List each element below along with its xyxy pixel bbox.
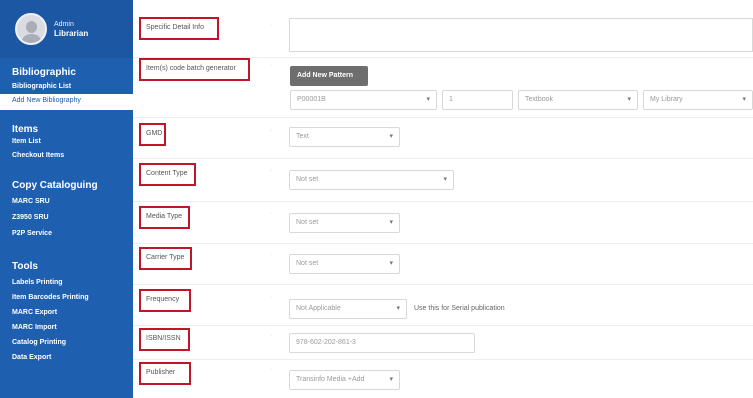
label-isbn: ISBN/ISSN	[139, 328, 190, 351]
row-divider	[133, 359, 753, 360]
nav-add-new-bibliography-label: Add New Bibliography	[12, 97, 81, 104]
section-bibliographic: Bibliographic	[12, 67, 76, 78]
nav-labels-printing[interactable]: Labels Printing	[12, 279, 63, 286]
section-items: Items	[12, 124, 39, 135]
nav-bibliographic-list[interactable]: Bibliographic List	[12, 83, 71, 90]
nav-item-list[interactable]: Item List	[12, 138, 41, 145]
nav-data-export[interactable]: Data Export	[12, 354, 51, 361]
isbn-input[interactable]: 978-602-202-861-3	[289, 333, 475, 353]
chevron-down-icon: ▾	[389, 133, 393, 140]
separator-mark: ·	[270, 62, 273, 69]
chevron-down-icon: ▾	[742, 96, 746, 103]
label-carrier-type: Carrier Type	[139, 247, 192, 270]
collection-type-select[interactable]: Textbook ▾	[518, 90, 638, 110]
total-items-input[interactable]: 1	[442, 90, 513, 110]
nav-add-new-bibliography[interactable]: Add New Bibliography	[0, 94, 133, 110]
separator-mark: ·	[270, 21, 273, 28]
row-divider	[133, 325, 753, 326]
section-tools: Tools	[12, 261, 38, 272]
label-content-type: Content Type	[139, 163, 196, 186]
row-divider	[133, 243, 753, 244]
nav-marc-import[interactable]: MARC Import	[12, 324, 57, 331]
separator-mark: ·	[270, 167, 273, 174]
user-avatar-icon	[15, 13, 47, 45]
nav-z3950-sru[interactable]: Z3950 SRU	[12, 214, 49, 221]
media-type-select[interactable]: Not set ▾	[289, 213, 400, 233]
chevron-down-icon: ▾	[627, 96, 631, 103]
content-type-select[interactable]: Not set ▾	[289, 170, 454, 190]
chevron-down-icon: ▾	[443, 176, 447, 183]
user-name: Librarian	[54, 29, 89, 38]
section-copy-cataloguing: Copy Cataloguing	[12, 180, 98, 191]
nav-marc-sru[interactable]: MARC SRU	[12, 198, 50, 205]
separator-mark: ·	[270, 366, 273, 373]
label-specific-detail: Specific Detail Info	[139, 17, 219, 40]
separator-mark: ·	[270, 332, 273, 339]
chevron-down-icon: ▾	[389, 219, 393, 226]
nav-p2p-service[interactable]: P2P Service	[12, 230, 52, 237]
carrier-type-select[interactable]: Not set ▾	[289, 254, 400, 274]
publisher-select[interactable]: Transinfo Media +Add ▾	[289, 370, 400, 390]
chevron-down-icon: ▾	[396, 305, 400, 312]
nav-checkout-items[interactable]: Checkout Items	[12, 152, 64, 159]
chevron-down-icon: ▾	[389, 376, 393, 383]
sidebar: Admin Librarian Bibliographic Bibliograp…	[0, 0, 133, 398]
nav-item-barcodes-printing[interactable]: Item Barcodes Printing	[12, 294, 89, 301]
separator-mark: ·	[270, 293, 273, 300]
nav-catalog-printing[interactable]: Catalog Printing	[12, 339, 66, 346]
label-frequency: Frequency	[139, 289, 191, 312]
specific-detail-textarea[interactable]	[289, 18, 753, 52]
row-divider	[133, 201, 753, 202]
label-media-type: Media Type	[139, 206, 190, 229]
nav-marc-export[interactable]: MARC Export	[12, 309, 57, 316]
pattern-select[interactable]: P00001B ▾	[290, 90, 437, 110]
label-publisher: Publisher	[139, 362, 191, 385]
chevron-down-icon: ▾	[389, 260, 393, 267]
gmd-select[interactable]: Text ▾	[289, 127, 400, 147]
row-divider	[133, 117, 753, 118]
separator-mark: ·	[270, 210, 273, 217]
frequency-select[interactable]: Not Applicable ▾	[289, 299, 407, 319]
user-role: Admin	[54, 21, 74, 28]
frequency-help-text: Use this for Serial publication	[414, 305, 505, 312]
separator-mark: ·	[270, 251, 273, 258]
label-gmd: GMD	[139, 123, 166, 146]
separator-mark: ·	[270, 127, 273, 134]
user-panel: Admin Librarian	[0, 0, 133, 58]
add-new-pattern-button[interactable]: Add New Pattern	[290, 66, 368, 86]
app-root: Admin Librarian Bibliographic Bibliograp…	[0, 0, 753, 398]
row-divider	[133, 284, 753, 285]
row-divider	[133, 158, 753, 159]
chevron-down-icon: ▾	[426, 96, 430, 103]
location-select[interactable]: My Library ▾	[643, 90, 753, 110]
label-item-code: Item(s) code batch generator	[139, 58, 250, 81]
